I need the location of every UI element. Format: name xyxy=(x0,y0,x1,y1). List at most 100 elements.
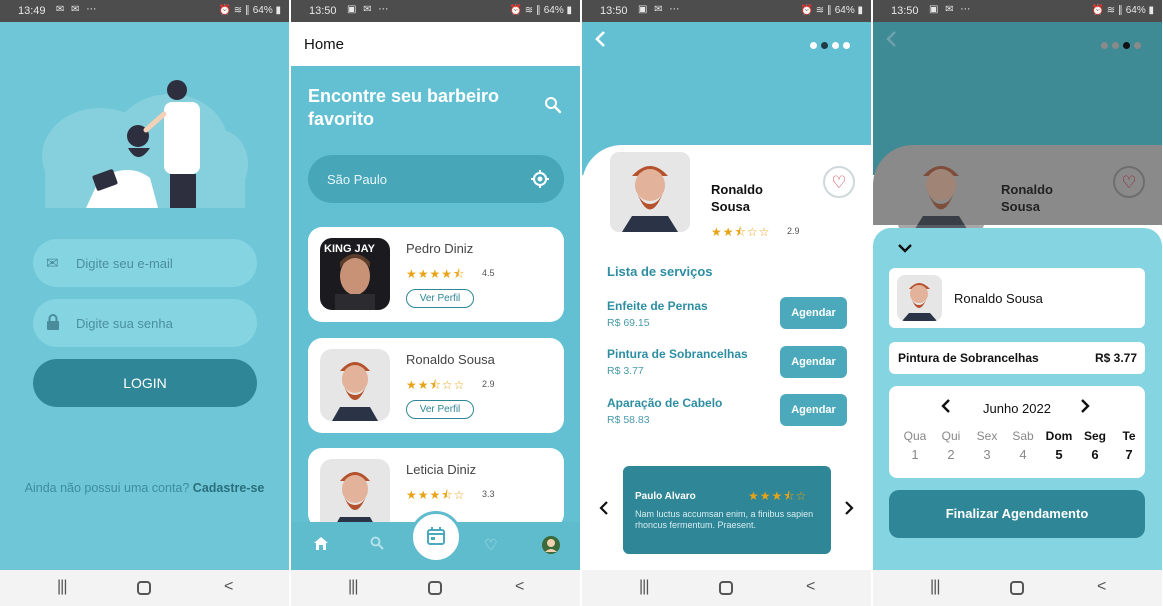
system-nav-bar: ||| < xyxy=(873,570,1162,606)
location-field[interactable]: São Paulo xyxy=(308,155,564,203)
day-cell[interactable]: Seg 6 xyxy=(1077,429,1113,462)
home-nav-icon[interactable] xyxy=(719,581,733,595)
system-nav-bar: ||| < xyxy=(0,570,289,606)
chevron-down-icon[interactable] xyxy=(897,240,913,258)
day-number: 2 xyxy=(947,447,955,462)
schedule-button[interactable]: Agendar xyxy=(780,346,847,378)
status-notification-icons: ▣ ✉ ⋯ xyxy=(929,4,973,15)
day-cell[interactable]: Qua 1 xyxy=(897,429,933,462)
day-name: Seg xyxy=(1083,429,1106,443)
page-dot[interactable] xyxy=(1112,42,1119,49)
schedule-button[interactable]: Agendar xyxy=(780,394,847,426)
hero-heading: Encontre seu barbeiro favorito xyxy=(308,86,500,129)
review-stars: ★★★⯪☆ xyxy=(748,489,808,503)
barber-last-name: Sousa xyxy=(1001,199,1041,214)
next-review-arrow-icon[interactable] xyxy=(844,500,854,521)
recents-nav-icon[interactable]: ||| xyxy=(930,578,941,596)
home-nav-icon[interactable] xyxy=(137,581,151,595)
heart-icon[interactable]: ♡ xyxy=(484,536,497,554)
view-profile-button[interactable]: Ver Perfil xyxy=(406,289,474,308)
recents-nav-icon[interactable]: ||| xyxy=(57,578,68,596)
barber-last-name: Sousa xyxy=(711,199,751,214)
status-time: 13:49 xyxy=(18,5,46,17)
back-nav-icon[interactable]: < xyxy=(806,578,815,596)
page-indicator xyxy=(1097,36,1141,54)
svg-text:KING JAY: KING JAY xyxy=(324,243,376,255)
home-nav-icon[interactable] xyxy=(1010,581,1024,595)
page-dot[interactable] xyxy=(810,42,817,49)
profile-avatar-icon[interactable] xyxy=(541,535,561,559)
barber-card[interactable]: KING JAY Pedro Diniz ★★★★⯪ 4.5 Ver Perfi… xyxy=(308,227,564,322)
home-nav-icon[interactable] xyxy=(428,581,442,595)
back-nav-icon[interactable]: < xyxy=(224,578,233,596)
day-number: 1 xyxy=(911,447,919,462)
home-icon[interactable] xyxy=(313,536,329,555)
login-screen: 13:49 ✉ ✉ ⋯ ⏰ ≋ ∥ 64% ▮ ✉ Digite seu e-m… xyxy=(0,0,289,606)
back-arrow-icon[interactable] xyxy=(885,30,897,54)
recents-nav-icon[interactable]: ||| xyxy=(348,578,359,596)
password-placeholder: Digite sua senha xyxy=(76,316,173,331)
schedule-button[interactable]: Agendar xyxy=(780,297,847,329)
favorite-heart-icon[interactable]: ♡ xyxy=(823,166,855,198)
home-screen: 13:50 ▣ ✉ ⋯ ⏰ ≋ ∥ 64% ▮ Home Encontre se… xyxy=(291,0,580,606)
page-dot[interactable] xyxy=(1101,42,1108,49)
status-bar: 13:50 ▣ ✉ ⋯ ⏰ ≋ ∥ 64% ▮ xyxy=(582,0,871,22)
finalize-booking-button[interactable]: Finalizar Agendamento xyxy=(889,490,1145,538)
password-field[interactable]: Digite sua senha xyxy=(33,299,257,347)
back-nav-icon[interactable]: < xyxy=(515,578,524,596)
lock-icon xyxy=(46,314,60,334)
status-system-icons: ⏰ ≋ ∥ 64% ▮ xyxy=(1091,5,1154,16)
signup-link[interactable]: Cadastre-se xyxy=(193,481,265,495)
avatar xyxy=(320,459,390,531)
next-month-icon[interactable] xyxy=(1080,399,1090,417)
status-time: 13:50 xyxy=(309,5,337,17)
favorite-heart-icon[interactable]: ♡ xyxy=(1113,166,1145,198)
status-system-icons: ⏰ ≋ ∥ 64% ▮ xyxy=(509,5,572,16)
booking-screen: 13:50 ▣ ✉ ⋯ ⏰ ≋ ∥ 64% ▮ Ronaldo Sousa ♡ … xyxy=(873,0,1162,606)
day-number: 5 xyxy=(1055,447,1063,462)
calendar-button[interactable] xyxy=(410,511,462,563)
email-field[interactable]: ✉ Digite seu e-mail xyxy=(33,239,257,287)
rating-value: 2.9 xyxy=(787,226,800,236)
page-dot[interactable] xyxy=(843,42,850,49)
login-button[interactable]: LOGIN xyxy=(33,359,257,407)
search-icon[interactable] xyxy=(544,96,562,114)
star-rating: ★★★⯪☆ xyxy=(406,488,466,502)
day-cell[interactable]: Qui 2 xyxy=(933,429,969,462)
prev-review-arrow-icon[interactable] xyxy=(599,500,609,521)
view-profile-button[interactable]: Ver Perfil xyxy=(406,400,474,419)
signup-prompt: Ainda não possui uma conta? Cadastre-se xyxy=(0,481,289,495)
page-dot-active[interactable] xyxy=(821,42,828,49)
page-dot[interactable] xyxy=(1134,42,1141,49)
service-price: R$ 58.83 xyxy=(607,414,650,426)
back-nav-icon[interactable]: < xyxy=(1097,578,1106,596)
calendar-icon xyxy=(427,527,445,545)
location-value: São Paulo xyxy=(327,172,387,187)
recents-nav-icon[interactable]: ||| xyxy=(639,578,650,596)
day-cell[interactable]: Sab 4 xyxy=(1005,429,1041,462)
status-system-icons: ⏰ ≋ ∥ 64% ▮ xyxy=(218,5,281,16)
day-name: Qui xyxy=(941,429,961,443)
barber-card[interactable]: Ronaldo Sousa ★★⯪☆☆ 2.9 Ver Perfil xyxy=(308,338,564,433)
status-system-icons: ⏰ ≋ ∥ 64% ▮ xyxy=(800,5,863,16)
status-bar: 13:49 ✉ ✉ ⋯ ⏰ ≋ ∥ 64% ▮ xyxy=(0,0,289,22)
day-name: Qua xyxy=(903,429,927,443)
day-cell[interactable]: Dom 5 xyxy=(1041,429,1077,462)
selected-service-name: Pintura de Sobrancelhas xyxy=(898,351,1039,365)
barber-photo xyxy=(607,149,693,235)
review-text: Nam luctus accumsan enim, a finibus sapi… xyxy=(635,509,814,530)
barber-name: Leticia Diniz xyxy=(406,462,477,477)
day-cell[interactable]: Sex 3 xyxy=(969,429,1005,462)
back-arrow-icon[interactable] xyxy=(594,30,606,54)
barber-name: Ronaldo Sousa xyxy=(1001,181,1053,215)
search-tab-icon[interactable] xyxy=(370,536,384,554)
selected-service-card: Pintura de Sobrancelhas R$ 3.77 xyxy=(889,342,1145,374)
selected-barber-card: Ronaldo Sousa xyxy=(889,268,1145,328)
day-number: 4 xyxy=(1019,447,1027,462)
day-cell[interactable]: Te 7 xyxy=(1111,429,1147,462)
page-dot[interactable] xyxy=(832,42,839,49)
barber-first-name: Ronaldo xyxy=(1001,182,1053,197)
page-dot-active[interactable] xyxy=(1123,42,1130,49)
day-number: 3 xyxy=(983,447,991,462)
location-target-icon[interactable] xyxy=(531,170,549,188)
